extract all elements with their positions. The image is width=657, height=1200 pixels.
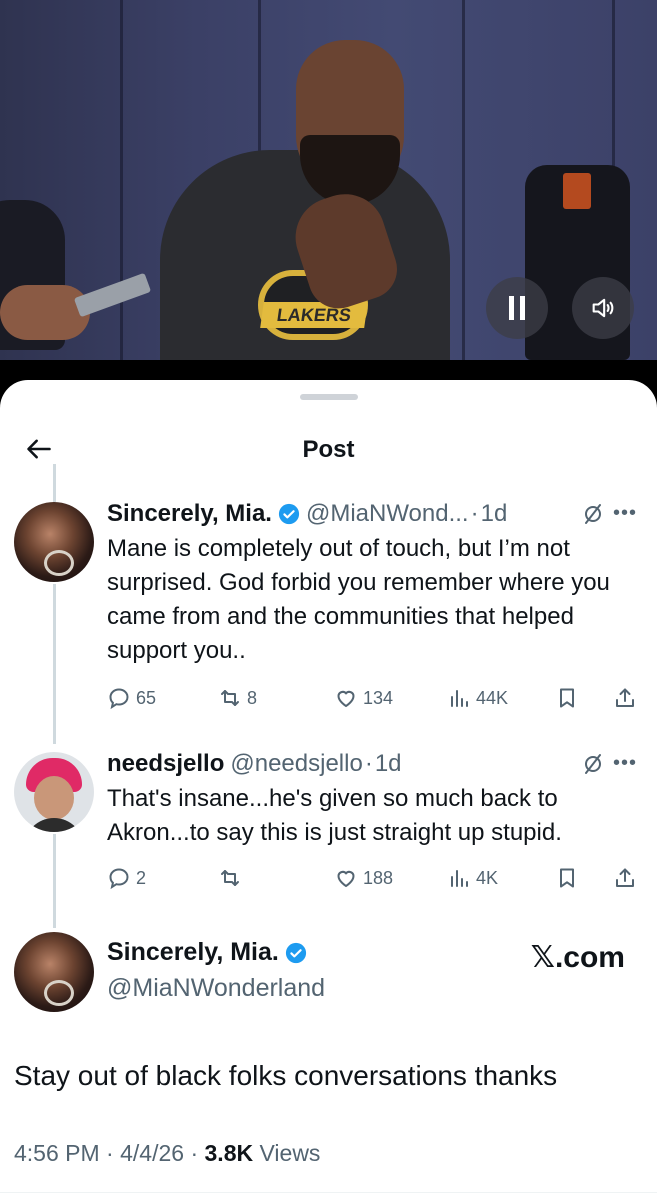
post-text: Stay out of black folks conversations th… bbox=[14, 1060, 558, 1091]
tweet-text: Mane is completely out of touch, but I’m… bbox=[107, 535, 610, 664]
x-watermark: 𝕏.com bbox=[530, 941, 625, 974]
author-name[interactable]: Sincerely, Mia. bbox=[107, 500, 272, 528]
reply-count: 2 bbox=[136, 867, 147, 888]
thread-line bbox=[53, 464, 56, 502]
divider bbox=[0, 1192, 657, 1193]
avatar[interactable] bbox=[14, 502, 94, 582]
reply-tweet[interactable]: Sincerely, Mia. @MiaNWond... · 1d ••• Ma… bbox=[107, 498, 637, 668]
more-options-icon[interactable]: ••• bbox=[613, 502, 637, 525]
grok-icon[interactable] bbox=[581, 502, 605, 526]
reply-icon bbox=[109, 688, 129, 710]
view-count: 44K bbox=[476, 687, 509, 708]
post-sheet: Post Sincerely, Mia. @MiaNWond... · 1d •… bbox=[0, 380, 657, 1200]
tweet-actions: 2 188 4K bbox=[107, 862, 647, 896]
author-handle[interactable]: @needsjello bbox=[230, 750, 362, 778]
page-title: Post bbox=[302, 436, 355, 463]
verified-badge-icon bbox=[278, 503, 300, 525]
like-count: 134 bbox=[363, 687, 394, 708]
author-handle[interactable]: @MiaNWond... bbox=[306, 500, 469, 528]
reply-count: 65 bbox=[136, 687, 157, 708]
views-button[interactable]: 44K bbox=[447, 686, 508, 710]
bookmark-button[interactable] bbox=[555, 866, 579, 890]
like-button[interactable]: 134 bbox=[334, 686, 393, 710]
grok-icon[interactable] bbox=[581, 752, 605, 776]
bookmark-icon bbox=[560, 688, 574, 708]
reporter-hand bbox=[0, 285, 90, 340]
repost-button[interactable] bbox=[218, 866, 247, 890]
mute-button[interactable] bbox=[572, 277, 634, 339]
more-options-icon[interactable]: ••• bbox=[613, 752, 637, 775]
author-name[interactable]: needsjello bbox=[107, 750, 224, 778]
shirt-text: LAKERS bbox=[260, 302, 368, 328]
share-button[interactable] bbox=[613, 866, 637, 890]
view-count: 4K bbox=[476, 867, 499, 888]
repost-count: 8 bbox=[247, 687, 258, 708]
author-handle[interactable]: @MiaNWonderland bbox=[107, 974, 325, 1003]
reply-button[interactable]: 2 bbox=[107, 866, 146, 890]
bookmark-button[interactable] bbox=[555, 686, 579, 710]
main-author[interactable]: Sincerely, Mia. bbox=[107, 938, 313, 967]
author-name[interactable]: Sincerely, Mia. bbox=[107, 938, 279, 967]
post-time: 1d bbox=[374, 750, 402, 777]
heart-icon bbox=[337, 870, 355, 888]
tweet-header: Sincerely, Mia. @MiaNWond... · 1d bbox=[107, 498, 637, 530]
heart-icon bbox=[337, 690, 355, 708]
share-button[interactable] bbox=[613, 686, 637, 710]
video-player[interactable]: LAKERS bbox=[0, 0, 657, 360]
speaker-icon bbox=[592, 298, 614, 318]
post-time: 1d bbox=[480, 500, 508, 527]
like-count: 188 bbox=[363, 867, 394, 888]
repost-icon bbox=[221, 870, 239, 886]
like-button[interactable]: 188 bbox=[334, 866, 393, 890]
post-time: 4:56 PM bbox=[14, 1140, 100, 1166]
avatar[interactable] bbox=[14, 932, 94, 1012]
wall-panel-seam bbox=[462, 0, 465, 360]
analytics-icon bbox=[451, 690, 468, 707]
views-label: Views bbox=[259, 1140, 321, 1166]
phone bbox=[73, 272, 152, 318]
analytics-icon bbox=[451, 870, 468, 887]
post-date: 4/4/26 bbox=[120, 1140, 185, 1166]
reply-tweet[interactable]: needsjello @needsjello · 1d ••• That's i… bbox=[107, 748, 637, 850]
reply-icon bbox=[109, 868, 129, 890]
wall-panel-seam bbox=[120, 0, 123, 360]
avatar[interactable] bbox=[14, 752, 94, 832]
post-meta: 4:56 PM · 4/4/26 · 3.8K Views bbox=[14, 1140, 321, 1166]
thread-line bbox=[53, 584, 56, 744]
reply-button[interactable]: 65 bbox=[107, 686, 156, 710]
repost-icon bbox=[221, 690, 239, 706]
views-button[interactable]: 4K bbox=[447, 866, 498, 890]
bookmark-icon bbox=[560, 868, 574, 888]
views-count: 3.8K bbox=[204, 1140, 254, 1166]
tweet-text: That's insane...he's given so much back … bbox=[107, 785, 562, 846]
pause-button[interactable] bbox=[486, 277, 548, 339]
tweet-header: needsjello @needsjello · 1d bbox=[107, 748, 637, 780]
verified-badge-icon bbox=[285, 942, 306, 963]
share-icon bbox=[616, 868, 634, 887]
share-icon bbox=[616, 688, 634, 707]
pause-icon bbox=[509, 296, 514, 320]
separator-dot: · bbox=[364, 750, 373, 777]
sheet-grabber[interactable] bbox=[300, 394, 358, 400]
repost-button[interactable]: 8 bbox=[218, 686, 257, 710]
tweet-actions: 65 8 134 44K bbox=[107, 682, 647, 716]
thread-line bbox=[53, 834, 56, 928]
separator-dot: · bbox=[470, 500, 479, 527]
